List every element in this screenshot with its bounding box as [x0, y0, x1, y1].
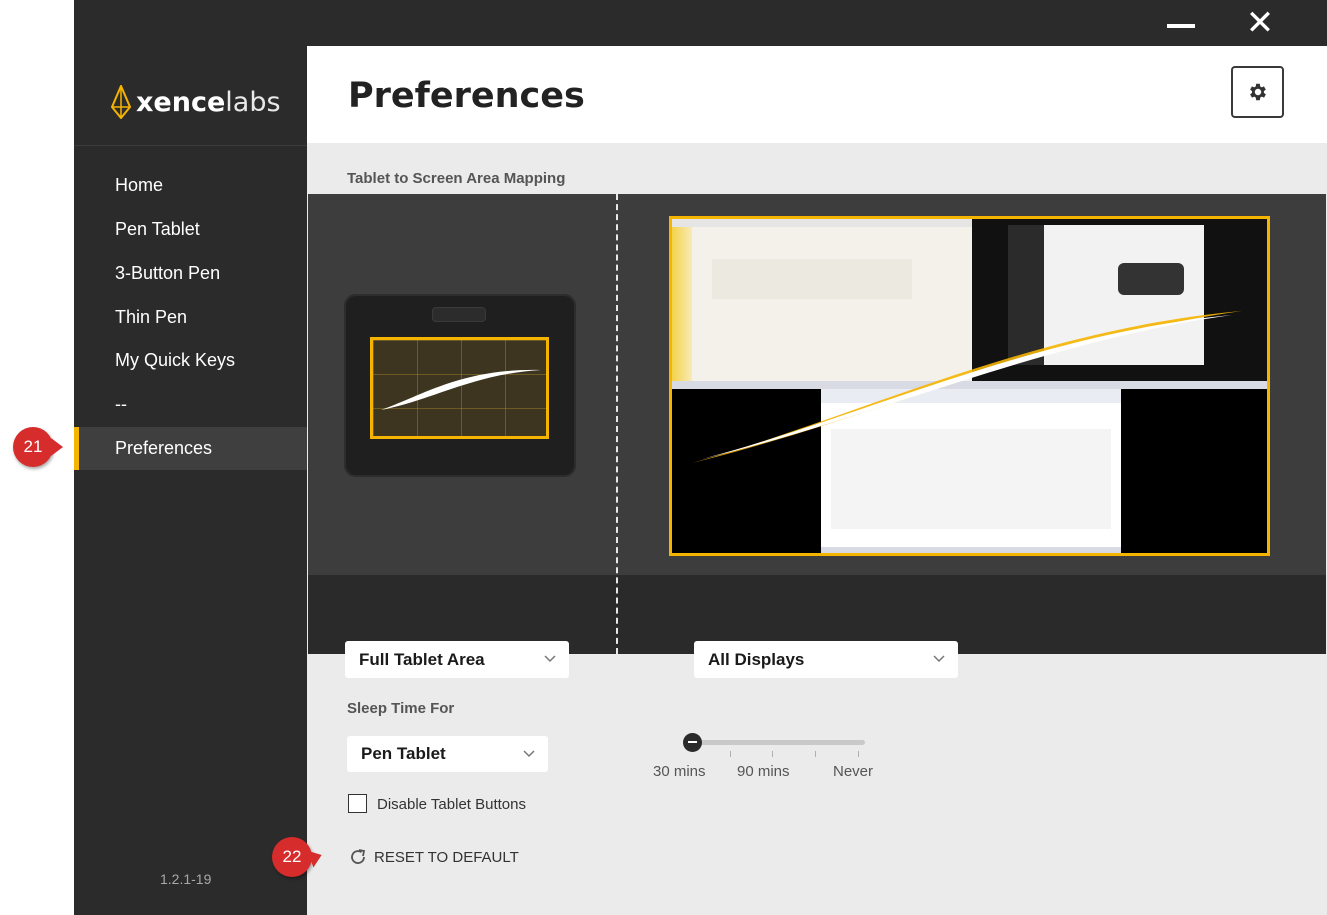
pen-stroke-graphic [381, 369, 541, 410]
sidebar-divider [74, 145, 307, 146]
chevron-down-icon [933, 655, 945, 663]
sleep-time-slider-track[interactable] [693, 740, 865, 745]
sidebar-item-3-button-pen[interactable]: 3-Button Pen [74, 252, 307, 295]
sidebar-item-label: Preferences [115, 438, 213, 458]
callout-21-pointer [51, 438, 63, 456]
sidebar-item-label: Thin Pen [115, 307, 188, 327]
sidebar-item-thin-pen[interactable]: Thin Pen [74, 296, 307, 339]
minimize-icon [1167, 24, 1195, 28]
page-header: Preferences [307, 46, 1327, 143]
sidebar: xence labs Home Pen Tablet 3-Button Pen T… [74, 46, 307, 915]
mapping-panel: Full Tablet Area All Displays [308, 194, 1326, 678]
version-label: 1.2.1-19 [160, 871, 212, 887]
sidebar-item-pen-tablet[interactable]: Pen Tablet [74, 208, 307, 251]
tablet-preview [344, 294, 576, 477]
tablet-active-area[interactable] [370, 337, 549, 439]
chevron-down-icon [544, 655, 556, 663]
callout-22-label: 22 [282, 847, 302, 866]
gear-icon [1249, 83, 1266, 101]
close-icon: ✕ [1245, 3, 1275, 43]
display-preview[interactable] [669, 216, 1270, 556]
chevron-down-icon [523, 750, 535, 758]
xencelabs-logo-icon [110, 85, 132, 119]
pen-stroke-display-graphic [692, 311, 1242, 463]
minimize-button[interactable] [1159, 4, 1203, 42]
page-title: Preferences [348, 76, 585, 116]
mapping-divider [616, 194, 618, 654]
settings-button[interactable] [1231, 66, 1284, 118]
tablet-area-dropdown-value: Full Tablet Area [359, 649, 485, 669]
tablet-area-dropdown[interactable]: Full Tablet Area [345, 641, 569, 678]
slider-label-90-mins: 90 mins [737, 763, 790, 780]
title-bar: ✕ [74, 0, 1327, 46]
sleep-device-dropdown-value: Pen Tablet [361, 744, 446, 763]
mapping-section-label: Tablet to Screen Area Mapping [347, 170, 566, 187]
slider-tick [858, 751, 859, 757]
slider-tick [730, 751, 731, 757]
callout-22: 22 [272, 837, 312, 877]
logo-text-bold: xence [136, 86, 226, 118]
reset-to-default-label: RESET TO DEFAULT [374, 848, 519, 866]
sleep-time-slider-thumb[interactable] [683, 733, 702, 752]
close-button[interactable]: ✕ [1238, 3, 1282, 43]
callout-21: 21 [13, 427, 53, 467]
refresh-icon [351, 849, 366, 864]
reset-to-default-button[interactable]: RESET TO DEFAULT [348, 847, 519, 867]
xencelabs-logo: xence labs [110, 82, 281, 122]
slider-tick [772, 751, 773, 757]
slider-tick [815, 751, 816, 757]
sidebar-item-home[interactable]: Home [74, 164, 307, 207]
display-dropdown-value: All Displays [708, 649, 805, 669]
display-dropdown[interactable]: All Displays [694, 641, 958, 678]
main-panel: Preferences Tablet to Screen Area Mappin… [307, 46, 1327, 915]
sidebar-item-label: 3-Button Pen [115, 263, 221, 283]
slider-label-30-mins: 30 mins [653, 763, 706, 780]
sidebar-item-label: My Quick Keys [115, 350, 236, 370]
disable-tablet-buttons-label: Disable Tablet Buttons [377, 796, 526, 813]
sidebar-item-label: -- [115, 394, 127, 414]
tablet-top-buttons [432, 307, 486, 322]
sleep-section-label: Sleep Time For [347, 700, 455, 717]
sidebar-item-label: Pen Tablet [115, 219, 200, 239]
sidebar-item-separator[interactable]: -- [74, 383, 307, 426]
sidebar-item-my-quick-keys[interactable]: My Quick Keys [74, 339, 307, 382]
sidebar-item-preferences[interactable]: Preferences [74, 427, 307, 470]
callout-21-label: 21 [23, 437, 43, 456]
slider-label-never: Never [833, 763, 874, 780]
logo-text-light: labs [225, 86, 281, 118]
app-window: ✕ xence labs Home Pen Tablet 3-Button Pen… [74, 0, 1327, 915]
sidebar-item-label: Home [115, 175, 164, 195]
disable-tablet-buttons-checkbox[interactable] [348, 794, 367, 813]
screenshot-canvas: 21 ✕ xence labs Home Pen Tablet 3-Button … [0, 0, 1327, 915]
sleep-device-dropdown[interactable]: Pen Tablet [347, 736, 548, 772]
